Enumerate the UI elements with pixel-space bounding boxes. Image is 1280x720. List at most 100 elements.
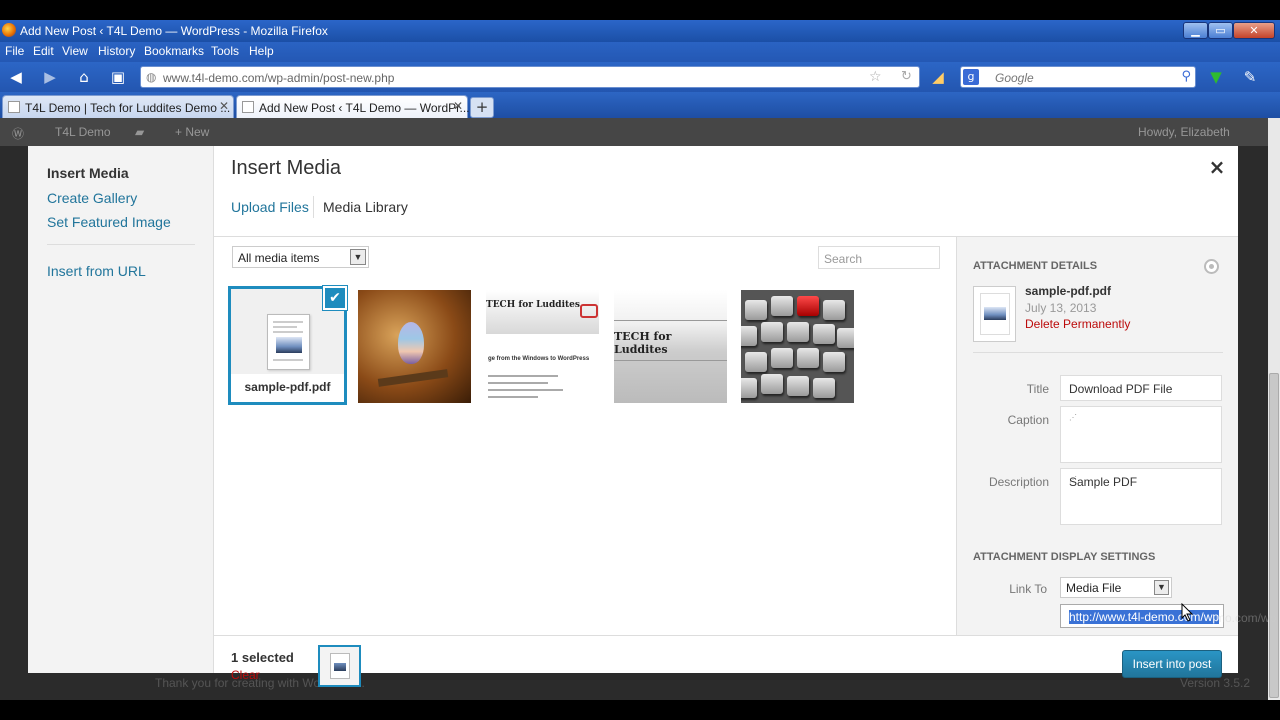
thumb-heading-text: ge from the Windows to WordPress (488, 356, 590, 362)
back-icon[interactable]: ◀ (6, 68, 26, 86)
tab-upload-files[interactable]: Upload Files (231, 199, 309, 215)
display-settings-heading: Attachment Display Settings (973, 551, 1156, 563)
menu-set-featured-image[interactable]: Set Featured Image (47, 214, 171, 230)
link-to-value: Media File (1066, 581, 1122, 595)
checkmark-icon[interactable]: ✔ (323, 286, 347, 310)
attachment-filename: sample-pdf.pdf (231, 374, 344, 402)
thumb-logo-text: TECH for Luddites (486, 300, 580, 310)
close-window-button[interactable]: ✕ (1233, 22, 1275, 39)
menu-edit[interactable]: Edit (33, 44, 54, 58)
firefox-window: Add New Post ‹ T4L Demo — WordPress - Mo… (0, 20, 1280, 700)
delete-permanently-link[interactable]: Delete Permanently (1025, 317, 1130, 331)
scrollbar-thumb[interactable] (1269, 373, 1279, 698)
attachment-bird-photo[interactable] (358, 290, 471, 403)
new-content-link[interactable]: + New (175, 125, 209, 139)
rss-icon[interactable]: ◢ (928, 68, 948, 86)
star-icon[interactable]: ☆ (869, 69, 882, 85)
attachment-sample-pdf[interactable]: sample-pdf.pdf ✔ (228, 286, 347, 405)
menu-create-gallery[interactable]: Create Gallery (47, 190, 137, 206)
caption-label: Caption (1007, 413, 1049, 427)
document-icon (267, 314, 310, 370)
insert-into-post-button[interactable]: Insert into post (1122, 650, 1222, 678)
tab-media-library[interactable]: Media Library (323, 199, 408, 215)
home-icon[interactable]: ⌂ (74, 68, 94, 86)
clear-selection-link[interactable]: Clear (231, 668, 260, 682)
description-label: Description (988, 475, 1049, 489)
link-to-select[interactable]: Media File ▼ (1060, 577, 1172, 598)
menu-insert-media[interactable]: Insert Media (47, 165, 129, 181)
firefox-logo-icon (2, 23, 16, 37)
magnifier-icon[interactable]: ⚲ (1181, 69, 1191, 84)
attachment-website-screenshot[interactable]: TECH for Luddites ge from the Windows to… (486, 290, 599, 403)
search-placeholder: Search (824, 252, 863, 266)
selection-thumbnail[interactable] (318, 645, 361, 687)
link-url-input[interactable]: http://www.t4l-demo.com/wp (1060, 604, 1224, 628)
media-filter-select[interactable]: All media items ▼ (232, 246, 369, 268)
title-field[interactable]: Download PDF File (1060, 375, 1222, 401)
comments-icon[interactable]: ▰ (135, 125, 144, 139)
tab-strip: T4L Demo | Tech for Luddites Demo ... ✕ … (0, 92, 1280, 118)
window-title: Add New Post ‹ T4L Demo — WordPress - Mo… (20, 24, 328, 38)
insert-media-modal: Insert Media Create Gallery Set Featured… (28, 146, 1238, 687)
menu-file[interactable]: File (5, 44, 24, 58)
attachment-thumbnail (973, 286, 1016, 342)
resize-grip-icon[interactable]: ⋰ (1069, 413, 1215, 458)
search-input[interactable]: Search (818, 246, 940, 269)
menu-help[interactable]: Help (249, 44, 274, 58)
forward-icon[interactable]: ▶ (40, 68, 60, 86)
tab-label: Add New Post ‹ T4L Demo — WordPr... (259, 101, 470, 115)
menu-separator (47, 244, 195, 245)
url-bar[interactable]: ◍ www.t4l-demo.com/wp-admin/post-new.php… (140, 66, 920, 88)
router-divider (313, 196, 314, 218)
selection-count: 1 selected (231, 650, 294, 665)
maximize-button[interactable]: ▭ (1208, 22, 1233, 39)
google-icon: g (963, 69, 979, 85)
close-tab-icon[interactable]: ✕ (219, 99, 229, 113)
tab-label: T4L Demo | Tech for Luddites Demo ... (25, 101, 231, 115)
new-tab-button[interactable]: + (470, 97, 494, 118)
attachment-site-header[interactable]: TECH for Luddites (614, 290, 727, 403)
reload-icon[interactable]: ↻ (901, 69, 912, 84)
attachment-details-heading: Attachment Details (973, 260, 1098, 272)
media-toolbar: 1 selected Clear Insert into post (214, 635, 1238, 687)
resize-grip-icon[interactable]: ⋰ (1069, 475, 1215, 520)
link-to-label: Link To (1009, 582, 1047, 596)
search-bar[interactable]: g Google ⚲ (960, 66, 1196, 88)
close-icon[interactable]: × (1206, 156, 1228, 178)
chevron-down-icon: ▼ (1154, 580, 1169, 595)
tools-icon[interactable]: ✎ (1240, 68, 1260, 86)
link-url-selected-text: http://www.t4l-demo.com/wp (1069, 610, 1220, 624)
menu-bookmarks[interactable]: Bookmarks (144, 44, 204, 58)
download-icon[interactable]: ▼ (1206, 68, 1226, 86)
menu-view[interactable]: View (62, 44, 88, 58)
attachment-date: July 13, 2013 (1025, 301, 1097, 315)
page-favicon-icon (242, 101, 254, 113)
menu-history[interactable]: History (98, 44, 135, 58)
link-url-overflow: mo.com/wp (1215, 611, 1277, 625)
attachment-keyboard-photo[interactable] (741, 290, 854, 403)
caption-field[interactable]: ⋰ (1060, 406, 1222, 463)
tab-t4l-demo[interactable]: T4L Demo | Tech for Luddites Demo ... ✕ (2, 95, 234, 118)
howdy-user[interactable]: Howdy, Elizabeth (1138, 125, 1230, 139)
wp-admin-bar: Ⓦ T4L Demo ▰ + New Howdy, Elizabeth (0, 118, 1268, 146)
footer-version: Version 3.5.2 (1180, 676, 1251, 690)
bird-image (398, 322, 424, 364)
title-label: Title (1026, 382, 1049, 396)
page-favicon-icon (8, 101, 20, 113)
title-bar: Add New Post ‹ T4L Demo — WordPress - Mo… (0, 20, 1280, 42)
wordpress-logo-icon[interactable]: Ⓦ (12, 125, 24, 142)
menu-tools[interactable]: Tools (211, 44, 239, 58)
menu-insert-from-url[interactable]: Insert from URL (47, 263, 146, 279)
bookmark-manager-icon[interactable]: ▣ (108, 68, 128, 86)
media-router: Upload Files Media Library (214, 186, 1238, 237)
tab-add-new-post[interactable]: Add New Post ‹ T4L Demo — WordPr... ✕ (236, 95, 470, 118)
search-placeholder: Google (995, 71, 1034, 85)
description-field[interactable]: Sample PDF ⋰ (1060, 468, 1222, 525)
site-name[interactable]: T4L Demo (55, 125, 111, 139)
menu-bar: File Edit View History Bookmarks Tools H… (0, 42, 1280, 62)
close-tab-icon[interactable]: ✕ (453, 99, 463, 113)
minimize-button[interactable]: ▁ (1183, 22, 1208, 39)
globe-icon: ◍ (146, 70, 157, 84)
spinner-icon (1204, 259, 1219, 274)
media-menu: Insert Media Create Gallery Set Featured… (28, 146, 214, 673)
